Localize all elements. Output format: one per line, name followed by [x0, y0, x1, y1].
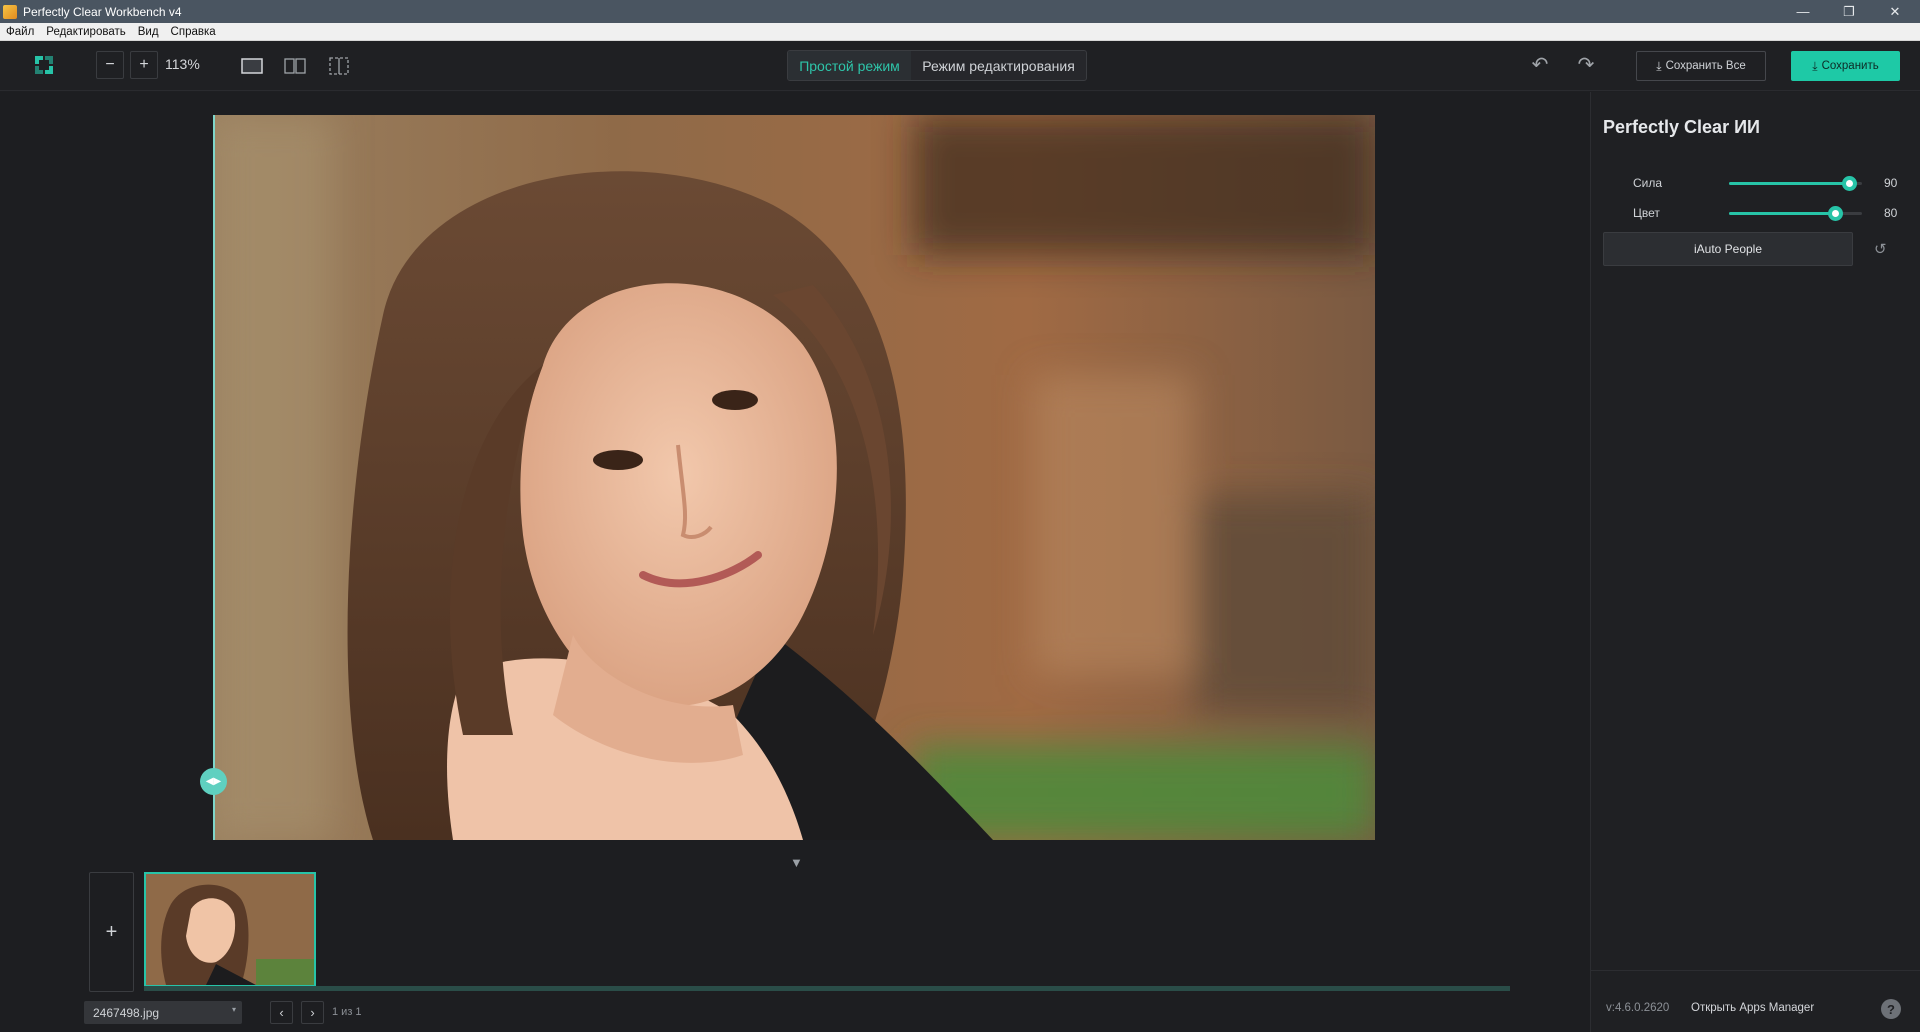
menu-view[interactable]: Вид: [132, 26, 165, 38]
iauto-people-button[interactable]: iAuto People: [1603, 232, 1853, 266]
title-bar: Perfectly Clear Workbench v4 — ❐ ✕: [0, 0, 1920, 23]
save-all-button[interactable]: ⤓ Сохранить Все: [1636, 51, 1766, 81]
slider-strength-thumb[interactable]: [1841, 176, 1857, 191]
crop-view-icon[interactable]: [327, 55, 351, 77]
version-label: v:4.6.0.2620: [1606, 1002, 1670, 1014]
compare-handle[interactable]: ◀▶: [200, 768, 227, 795]
save-all-label: Сохранить Все: [1665, 60, 1746, 72]
tab-simple-mode[interactable]: Простой режим: [788, 51, 911, 80]
split-view-icon[interactable]: [283, 55, 307, 77]
photo-preview[interactable]: [213, 115, 1375, 840]
mode-toggle: Простой режим Режим редактирования: [787, 50, 1087, 81]
undo-icon[interactable]: ↶: [1527, 51, 1553, 77]
chevron-down-icon: ▾: [231, 1005, 236, 1014]
page-count: 1 из 1: [332, 1006, 362, 1018]
download-icon: ⤓: [1812, 58, 1818, 73]
download-icon: ⤓: [1656, 58, 1662, 73]
divider: [1591, 970, 1920, 971]
minimize-button[interactable]: —: [1780, 0, 1826, 23]
panel-title: Perfectly Clear ИИ: [1603, 117, 1760, 137]
maximize-button[interactable]: ❐: [1826, 0, 1872, 23]
single-view-icon[interactable]: [240, 55, 264, 77]
app-logo-icon[interactable]: [32, 53, 56, 77]
menu-help[interactable]: Справка: [165, 26, 222, 38]
zoom-out-button[interactable]: −: [96, 51, 124, 79]
open-apps-manager-link[interactable]: Открыть Apps Manager: [1691, 1002, 1814, 1014]
zoom-level: 113%: [165, 56, 200, 72]
menu-file[interactable]: Файл: [0, 26, 40, 38]
slider-strength-label: Сила: [1633, 176, 1663, 190]
help-icon[interactable]: ?: [1881, 999, 1901, 1019]
filmstrip-progress: [144, 986, 1510, 991]
slider-color-value: 80: [1884, 206, 1898, 220]
prev-image-button[interactable]: ‹: [270, 1001, 293, 1024]
save-label: Сохранить: [1821, 60, 1879, 72]
redo-icon[interactable]: ↷: [1573, 51, 1599, 77]
zoom-in-button[interactable]: +: [130, 51, 158, 79]
next-image-button[interactable]: ›: [301, 1001, 324, 1024]
slider-strength[interactable]: [1729, 176, 1862, 191]
menu-bar: Файл Редактировать Вид Справка: [0, 23, 1920, 41]
file-select[interactable]: 2467498.jpg ▾: [84, 1001, 242, 1024]
add-image-button[interactable]: +: [89, 872, 134, 992]
file-name: 2467498.jpg: [93, 1005, 160, 1020]
reset-icon[interactable]: ↺: [1874, 240, 1887, 258]
compare-divider[interactable]: [213, 115, 215, 840]
slider-color-label: Цвет: [1633, 206, 1660, 220]
window-title: Perfectly Clear Workbench v4: [23, 4, 182, 19]
slider-strength-value: 90: [1884, 176, 1898, 190]
tab-edit-mode[interactable]: Режим редактирования: [911, 51, 1086, 80]
toolbar: − + 113% Простой режим Режим редактирова…: [0, 41, 1920, 91]
slider-strength-fill: [1729, 182, 1849, 185]
slider-color[interactable]: [1729, 206, 1862, 221]
close-button[interactable]: ✕: [1872, 0, 1918, 23]
menu-edit[interactable]: Редактировать: [40, 26, 131, 38]
save-button[interactable]: ⤓ Сохранить: [1791, 51, 1900, 81]
slider-color-fill: [1729, 212, 1836, 215]
collapse-filmstrip-icon[interactable]: ▼: [790, 855, 803, 870]
image-thumbnail[interactable]: [144, 872, 316, 987]
app-icon: [3, 4, 17, 19]
